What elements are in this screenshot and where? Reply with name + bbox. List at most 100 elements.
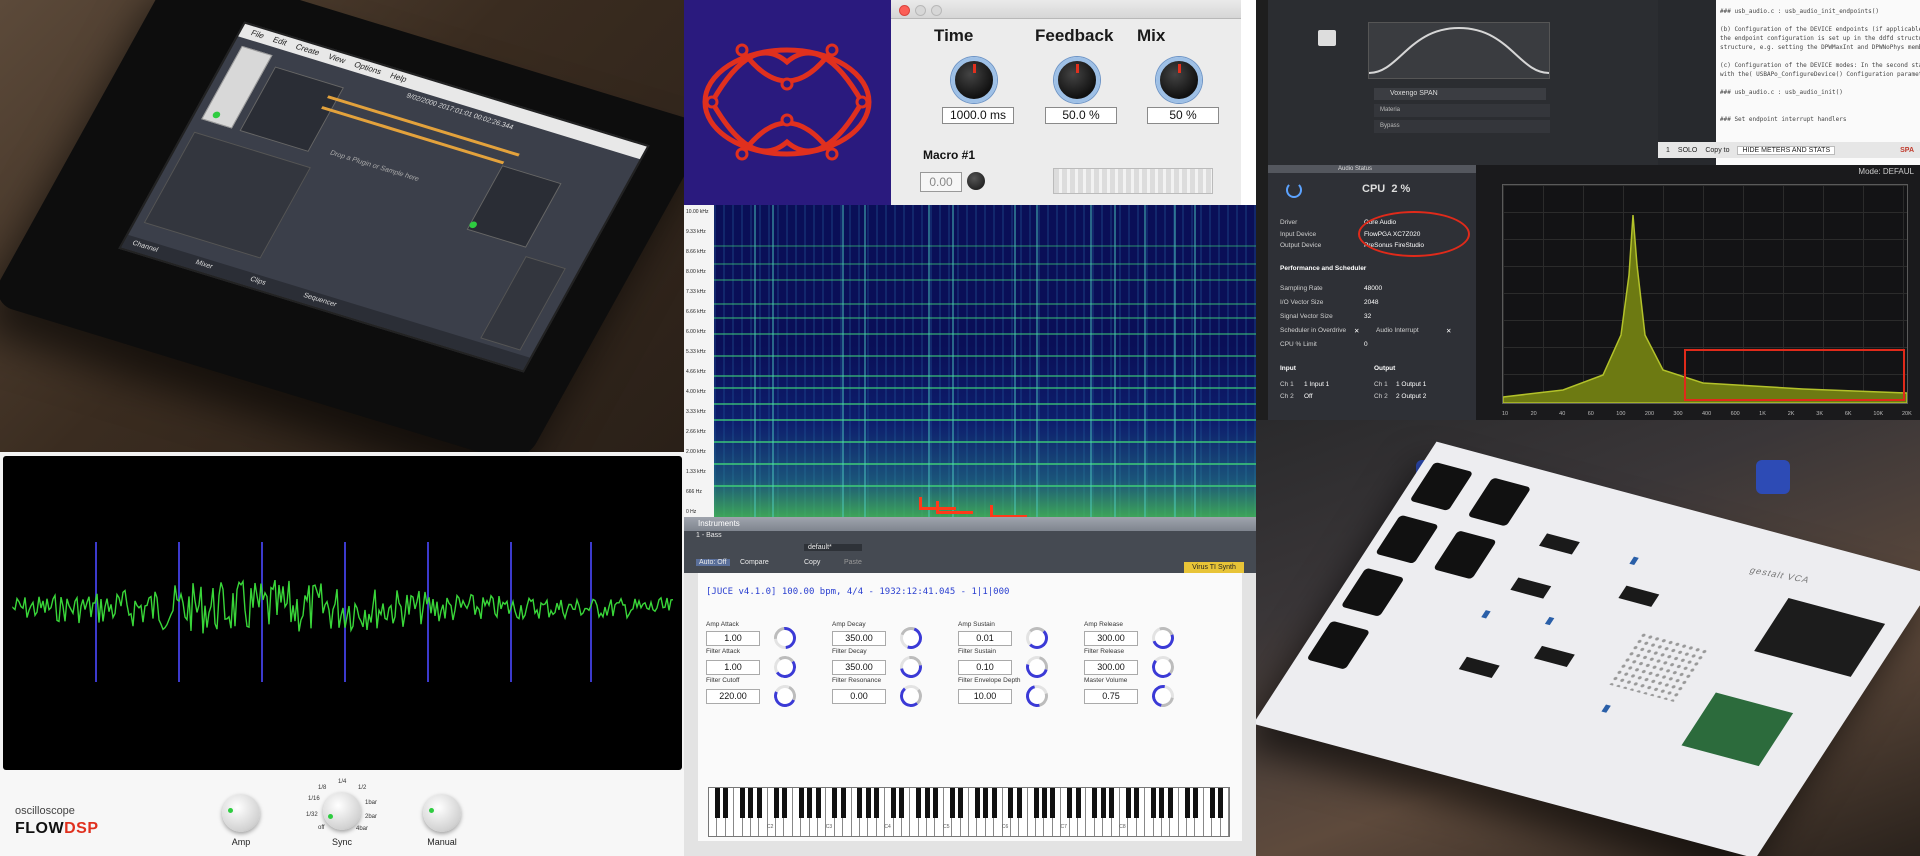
sampling-rate-select[interactable]: 48000 [1364,285,1382,292]
param-knob[interactable] [1026,627,1048,649]
black-key[interactable] [1075,788,1081,818]
black-key[interactable] [1092,788,1098,818]
sync-option[interactable]: 1bar [365,800,377,806]
black-key[interactable] [1033,788,1039,818]
black-key[interactable] [1125,788,1131,818]
minimize-icon[interactable] [915,5,926,16]
overdrive-toggle[interactable]: ✕ [1354,327,1359,335]
menu-edit[interactable]: Edit [270,33,290,50]
black-key[interactable] [865,788,871,818]
black-key[interactable] [899,788,905,818]
menu-help[interactable]: Help [387,69,410,86]
tab-clips[interactable]: Clips [247,273,269,290]
param-knob[interactable] [896,623,926,653]
sync-option[interactable]: off [318,825,325,831]
black-key[interactable] [773,788,779,818]
param-value-field[interactable]: 1.00 [706,631,760,646]
sync-option[interactable]: 1/4 [338,779,346,785]
param-value-field[interactable]: 350.00 [832,660,886,675]
black-key[interactable] [815,788,821,818]
param-value-field[interactable]: 300.00 [1084,631,1138,646]
input-ch1-select[interactable]: 1 Input 1 [1304,381,1329,388]
black-key[interactable] [983,788,989,818]
io-vector-select[interactable]: 2048 [1364,299,1378,306]
param-value-field[interactable]: 220.00 [706,689,760,704]
black-key[interactable] [1167,788,1173,818]
manual-knob[interactable] [423,794,461,832]
audio-interrupt-toggle[interactable]: ✕ [1446,327,1451,335]
black-key[interactable] [1016,788,1022,818]
param-knob[interactable] [1151,655,1175,679]
sync-option[interactable]: 2bar [365,814,377,820]
time-value-field[interactable]: 1000.0 ms [942,107,1014,124]
signal-vector-select[interactable]: 32 [1364,313,1371,320]
black-key[interactable] [807,788,813,818]
zoom-icon[interactable] [931,5,942,16]
plugin-param-row[interactable]: Bypass [1374,120,1550,133]
solo-button[interactable]: SOLO [1678,147,1697,154]
output-ch2-select[interactable]: 2 Output 2 [1396,393,1426,400]
black-key[interactable] [832,788,838,818]
window-titlebar[interactable]: Instruments [684,517,1256,531]
black-key[interactable] [916,788,922,818]
param-value-field[interactable]: 0.00 [832,689,886,704]
black-key[interactable] [798,788,804,818]
black-key[interactable] [1134,788,1140,818]
black-key[interactable] [1008,788,1014,818]
black-key[interactable] [840,788,846,818]
param-knob[interactable] [1021,651,1053,683]
cpu-limit-field[interactable]: 0 [1364,341,1368,348]
black-key[interactable] [781,788,787,818]
tab-mixer[interactable]: Mixer [192,257,215,275]
mix-value-field[interactable]: 50 % [1147,107,1219,124]
black-key[interactable] [1218,788,1224,818]
copy-button[interactable]: Copy [804,559,820,566]
copy-to-button[interactable]: Copy to [1705,147,1729,154]
param-value-field[interactable]: 300.00 [1084,660,1138,675]
mix-knob[interactable] [1156,57,1202,103]
menu-create[interactable]: Create [292,40,322,60]
preset-selector[interactable]: default* [804,544,862,551]
menu-file[interactable]: File [248,27,267,43]
hide-meters-button[interactable]: HIDE METERS AND STATS [1737,145,1836,155]
black-key[interactable] [1100,788,1106,818]
sync-option[interactable]: 1/32 [306,812,318,818]
param-knob[interactable] [895,651,927,683]
piano-keyboard[interactable]: C2 C3 C4 C5 C6 C7 C8 [708,787,1230,837]
black-key[interactable] [748,788,754,818]
track-selector[interactable]: 1 - Bass [696,532,722,539]
auto-toggle[interactable]: Auto: Off [696,559,730,566]
param-knob[interactable] [899,684,923,708]
window-titlebar[interactable] [891,0,1241,19]
plot-mode[interactable]: Mode: DEFAUL [1858,167,1914,176]
black-key[interactable] [924,788,930,818]
param-knob[interactable] [1148,623,1178,653]
param-knob[interactable] [1021,680,1053,712]
speaker-icon[interactable] [1318,30,1336,46]
param-knob[interactable] [772,654,798,680]
param-value-field[interactable]: 0.10 [958,660,1012,675]
black-key[interactable] [1050,788,1056,818]
sync-option[interactable]: 1/2 [358,785,366,791]
param-knob[interactable] [769,622,801,654]
plugin-param-row[interactable]: Materia [1374,104,1550,117]
black-key[interactable] [1184,788,1190,818]
black-key[interactable] [740,788,746,818]
black-key[interactable] [958,788,964,818]
param-knob[interactable] [1147,680,1179,712]
black-key[interactable] [723,788,729,818]
input-ch2-select[interactable]: Off [1304,393,1313,400]
sync-option[interactable]: 1/8 [318,785,326,791]
param-value-field[interactable]: 350.00 [832,631,886,646]
black-key[interactable] [1192,788,1198,818]
black-key[interactable] [891,788,897,818]
black-key[interactable] [949,788,955,818]
feedback-value-field[interactable]: 50.0 % [1045,107,1117,124]
tablet-node[interactable] [466,165,562,248]
param-value-field[interactable]: 0.75 [1084,689,1138,704]
close-icon[interactable] [899,5,910,16]
black-key[interactable] [1151,788,1157,818]
param-knob[interactable] [770,681,800,711]
macro-knob[interactable] [967,172,985,190]
output-ch1-select[interactable]: 1 Output 1 [1396,381,1426,388]
